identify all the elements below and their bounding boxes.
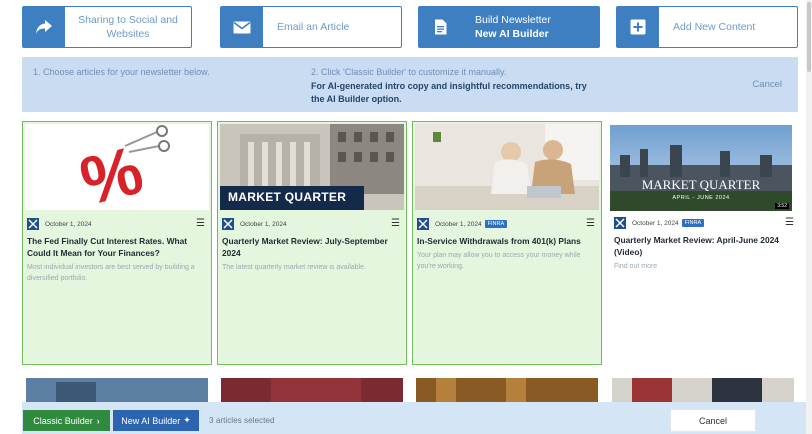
classic-builder-label: Classic Builder [33,415,93,426]
article-thumbnail: MARKET QUARTER APRIL - JUNE 2024 3:52 [610,125,792,211]
article-card[interactable]: October 1, 2024 FINRA ☰ In-Service Withd… [412,121,602,365]
publisher-logo-icon [27,218,39,230]
article-date: October 1, 2024 [45,220,92,228]
email-article-label: Email an Article [277,20,350,33]
article-thumbnail: MARKET QUARTER [220,124,404,210]
video-duration: 3:52 [775,203,789,209]
article-meta: October 1, 2024 ☰ [27,217,205,231]
article-thumbnail-peek [612,378,794,402]
publisher-logo-icon [614,217,626,229]
article-title: In-Service Withdrawals from 401(k) Plans [417,236,581,246]
step-two-text: 2. Click 'Classic Builder' to customize … [311,67,507,77]
article-title: The Fed Finally Cut Interest Rates. What… [27,236,188,258]
sparkle-icon: ✦ [183,415,191,425]
share-social-label: Sharing to Social and Websites [78,13,178,40]
publisher-logo-icon [417,218,429,230]
article-date: October 1, 2024 [240,220,287,228]
share-arrow-icon [23,7,65,47]
article-title: Quarterly Market Review: July-September … [222,236,388,258]
article-meta: October 1, 2024 FINRA ☰ [614,216,794,230]
article-thumbnail-peek [221,378,403,402]
article-meta: October 1, 2024 FINRA ☰ [417,217,595,231]
article-date: October 1, 2024 [435,220,482,228]
build-newsletter-line1: Build Newsletter [475,13,551,26]
build-newsletter-line2: New AI Builder [475,28,549,40]
article-thumbnail-peek [26,378,208,402]
article-title: Quarterly Market Review: April-June 2024… [614,235,779,257]
hamburger-menu-icon[interactable]: ☰ [785,218,794,228]
finra-badge: FINRA [681,219,705,227]
plus-square-icon [617,7,659,47]
article-card[interactable]: MARKET QUARTER APRIL - JUNE 2024 3:52 Oc… [610,121,800,365]
hamburger-menu-icon[interactable]: ☰ [196,219,205,229]
share-social-button[interactable]: Sharing to Social and Websites [22,6,192,48]
article-description: Find out more [614,263,658,270]
instruction-banner: 1. Choose articles for your newsletter b… [22,57,798,112]
article-description: Most individual investors are best serve… [27,264,195,282]
article-thumbnail: % [25,124,209,210]
article-card[interactable]: MARKET QUARTER October 1, 2024 ☰ Quarter… [217,121,407,365]
cancel-button[interactable]: Cancel [670,409,756,432]
bottom-action-bar: Classic Builder › New AI Builder ✦ 3 art… [22,402,806,434]
thumbnail-caption: MARKET QUARTER [641,177,761,192]
thumbnail-subcaption: APRIL - JUNE 2024 [672,195,730,201]
article-description: The latest quarterly market review is av… [222,264,366,271]
scrollbar-thumb[interactable] [807,2,811,72]
article-thumbnail-peek [416,378,598,402]
add-content-label: Add New Content [673,20,756,33]
article-date: October 1, 2024 [632,219,679,227]
document-icon [419,7,461,47]
ai-builder-label: New AI Builder [121,415,181,426]
chevron-right-icon: › [96,415,100,426]
ai-builder-hint: For AI-generated intro copy and insightf… [311,81,587,105]
thumbnail-caption: MARKET QUARTER [228,190,347,204]
article-card[interactable]: % October 1, 2024 ☰ The Fed Finally Cut … [22,121,212,365]
article-meta: October 1, 2024 ☰ [222,217,400,231]
envelope-icon [221,7,263,47]
selection-count: 3 articles selected [209,416,275,425]
action-bar: Sharing to Social and Websites Email an … [22,6,798,48]
add-content-button[interactable]: Add New Content [616,6,798,48]
step-one-text: 1. Choose articles for your newsletter b… [33,67,210,77]
build-newsletter-label: Build Newsletter New AI Builder [461,7,599,47]
scrollbar[interactable] [806,0,812,434]
banner-cancel-link[interactable]: Cancel [752,79,782,90]
article-thumbnail [415,124,599,210]
article-description: Your plan may allow you to access your m… [417,252,581,270]
ai-builder-button[interactable]: New AI Builder ✦ [113,410,199,431]
finra-badge: FINRA [484,220,508,228]
hamburger-menu-icon[interactable]: ☰ [391,219,400,229]
email-article-button[interactable]: Email an Article [220,6,402,48]
classic-builder-button[interactable]: Classic Builder › [23,410,110,431]
hamburger-menu-icon[interactable]: ☰ [586,219,595,229]
build-newsletter-button[interactable]: Build Newsletter New AI Builder [418,6,600,48]
publisher-logo-icon [222,218,234,230]
